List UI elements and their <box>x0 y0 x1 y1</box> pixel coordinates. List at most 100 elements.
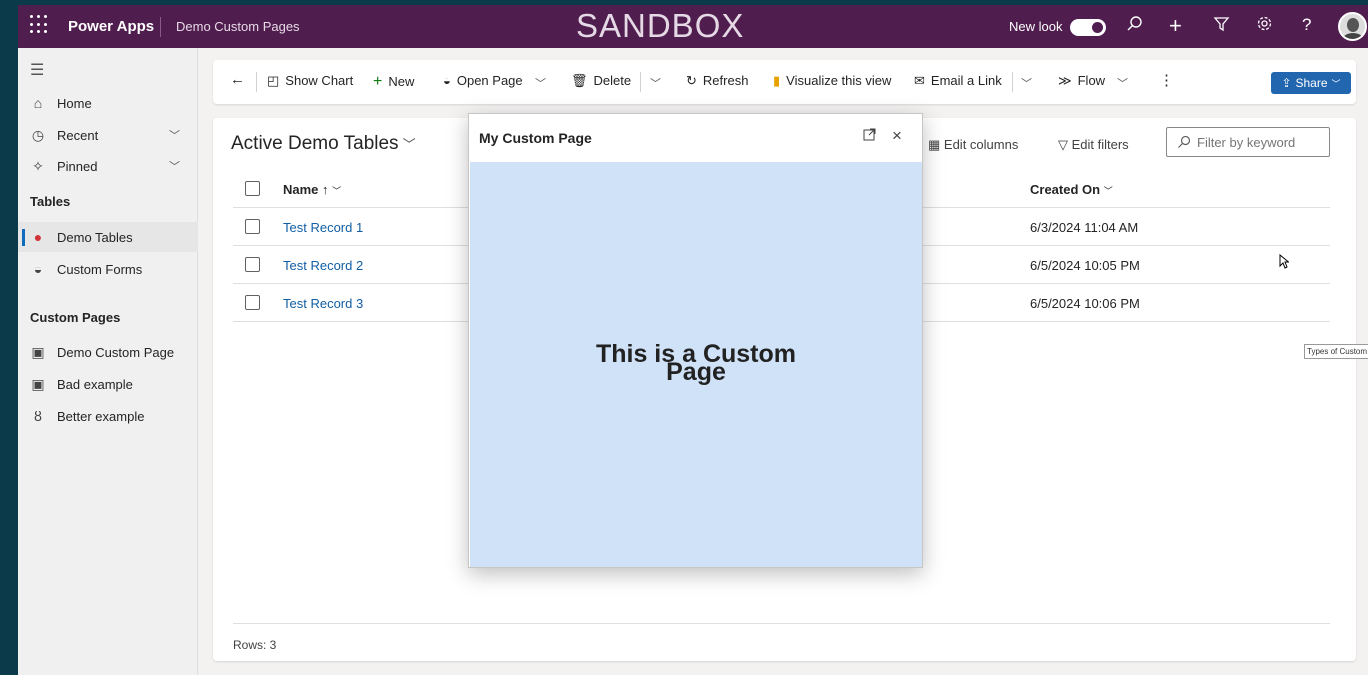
sidebar-item-better-example[interactable]: ȣ Better example <box>18 401 198 431</box>
email-link-button[interactable]: ✉ Email a Link <box>914 73 1002 89</box>
mail-icon: ✉ <box>914 73 925 88</box>
entity-icon: ● <box>33 229 43 245</box>
open-page-button[interactable]: ◒ Open Page <box>443 73 523 88</box>
share-button[interactable]: ⇪ Share ﹀ <box>1271 72 1351 94</box>
refresh-button[interactable]: ↻ Refresh <box>686 73 748 89</box>
sidebar-item-label: Demo Custom Page <box>57 344 175 360</box>
show-chart-button[interactable]: ◰ Show Chart <box>267 73 353 89</box>
powerbi-icon: ▮ <box>773 73 781 88</box>
chevron-down-icon: ﹀ <box>1331 78 1341 89</box>
new-button[interactable]: + New <box>373 73 414 91</box>
flow-button[interactable]: ≫ Flow <box>1058 73 1105 89</box>
brand-name[interactable]: Power Apps <box>68 18 154 35</box>
sidebar-item-bad-example[interactable]: ▣ Bad example <box>18 369 198 399</box>
close-icon[interactable]: × <box>892 126 902 146</box>
record-name-link[interactable]: Test Record 3 <box>283 296 363 311</box>
visualize-button[interactable]: ▮ Visualize this view <box>773 73 891 89</box>
sidebar-item-label: Better example <box>57 408 145 424</box>
home-icon: ⌂ <box>33 95 43 111</box>
sidebar-item-demo-tables[interactable]: ● Demo Tables <box>18 222 198 252</box>
created-on-value: 6/3/2024 11:04 AM <box>1030 220 1139 235</box>
record-name-link[interactable]: Test Record 2 <box>283 258 363 273</box>
email-chevron-icon[interactable]: ﹀ <box>1021 75 1032 91</box>
sidebar-item-label: Custom Forms <box>57 261 143 277</box>
binoculars-icon: ȣ <box>34 408 42 424</box>
row-checkbox[interactable] <box>245 219 260 234</box>
column-created-label: Created On <box>1030 182 1101 197</box>
expand-icon[interactable] <box>863 128 876 144</box>
row-checkbox[interactable] <box>245 257 260 272</box>
search-icon[interactable] <box>1126 15 1143 37</box>
open-page-chevron-icon[interactable]: ﹀ <box>535 75 546 91</box>
flow-icon: ≫ <box>1058 73 1072 88</box>
view-selector[interactable]: Active Demo Tables ﹀ <box>231 133 416 155</box>
sidebar-item-custom-forms[interactable]: ◒ Custom Forms <box>18 254 198 284</box>
command-divider <box>1012 72 1013 92</box>
sidebar-item-label: Demo Tables <box>57 229 133 245</box>
filter-input[interactable] <box>1197 134 1327 150</box>
delete-chevron-icon[interactable]: ﹀ <box>650 75 661 91</box>
plus-icon[interactable]: + <box>1169 13 1182 39</box>
show-chart-label: Show Chart <box>285 73 354 88</box>
flow-label: Flow <box>1077 73 1106 88</box>
sidebar-item-label: Home <box>57 95 92 111</box>
record-name-link[interactable]: Test Record 1 <box>283 220 363 235</box>
delete-label: Delete <box>593 73 632 88</box>
delete-button[interactable]: 🗑 Delete <box>571 73 631 89</box>
share-icon: ⇪ <box>1281 76 1292 90</box>
mouse-cursor-icon <box>1279 254 1289 269</box>
back-icon[interactable]: ← <box>230 71 245 88</box>
command-divider <box>640 72 641 92</box>
refresh-label: Refresh <box>702 73 749 88</box>
row-checkbox[interactable] <box>245 295 260 310</box>
sidebar: ☰ ⌂ Home ◷ Recent ﹀ ✧ Pinned ﹀ Tables ● … <box>18 48 198 675</box>
entity-icon: ◒ <box>443 73 451 88</box>
rows-count: Rows: 3 <box>233 623 1330 652</box>
filter-icon[interactable] <box>1213 15 1230 37</box>
waffle-icon[interactable] <box>30 15 50 35</box>
edit-filters-button[interactable]: ▽ Edit filters <box>1058 137 1129 153</box>
top-header: Power Apps Demo Custom Pages SANDBOX New… <box>18 5 1368 48</box>
refresh-icon: ↻ <box>686 73 697 88</box>
chevron-down-icon: ﹀ <box>332 186 342 196</box>
help-icon[interactable]: ? <box>1302 15 1311 35</box>
open-page-label: Open Page <box>456 73 523 88</box>
sidebar-section-tables: Tables <box>30 194 71 209</box>
gear-icon[interactable] <box>1256 15 1273 37</box>
created-on-value: 6/5/2024 10:06 PM <box>1030 296 1140 311</box>
email-link-label: Email a Link <box>930 73 1002 88</box>
hamburger-icon[interactable]: ☰ <box>30 60 44 80</box>
chevron-down-icon[interactable]: ﹀ <box>169 127 180 143</box>
more-icon[interactable]: ⋮ <box>1159 71 1174 89</box>
visualize-label: Visualize this view <box>786 73 892 88</box>
edit-filters-label: Edit filters <box>1071 137 1129 152</box>
app-name[interactable]: Demo Custom Pages <box>176 19 300 34</box>
tooltip: Types of Custom <box>1304 344 1368 359</box>
header-divider <box>160 17 161 37</box>
chevron-down-icon: ﹀ <box>402 137 416 152</box>
new-look-toggle[interactable] <box>1070 19 1106 36</box>
dialog-title: My Custom Page <box>479 130 592 146</box>
avatar[interactable] <box>1338 12 1367 41</box>
sidebar-item-demo-custom-page[interactable]: ▣ Demo Custom Page <box>18 337 198 367</box>
select-all-checkbox[interactable] <box>245 181 260 196</box>
new-label: New <box>388 74 415 89</box>
column-name-label: Name ↑ <box>283 182 329 197</box>
page-icon: ▣ <box>31 343 45 360</box>
command-bar: ← ◰ Show Chart + New ◒ Open Page ﹀ 🗑 Delete … <box>213 60 1356 104</box>
trash-icon: 🗑 <box>571 73 588 88</box>
sidebar-item-pinned[interactable]: ✧ Pinned ﹀ <box>18 151 198 181</box>
column-header-name[interactable]: Name ↑ ﹀ <box>283 182 341 197</box>
sidebar-item-recent[interactable]: ◷ Recent ﹀ <box>18 120 198 150</box>
filter-by-keyword-box[interactable] <box>1166 127 1330 157</box>
search-icon <box>1178 135 1191 148</box>
view-title: Active Demo Tables <box>231 133 399 154</box>
new-look-label: New look <box>1009 19 1063 34</box>
dialog-body: This is a Custom Page <box>470 162 922 567</box>
chevron-down-icon[interactable]: ﹀ <box>169 158 180 174</box>
sidebar-item-label: Recent <box>57 127 99 143</box>
edit-columns-button[interactable]: ▦ Edit columns <box>928 137 1018 153</box>
column-header-created-on[interactable]: Created On ﹀ <box>1030 182 1113 197</box>
flow-chevron-icon[interactable]: ﹀ <box>1117 75 1128 91</box>
sidebar-item-home[interactable]: ⌂ Home <box>18 88 198 118</box>
